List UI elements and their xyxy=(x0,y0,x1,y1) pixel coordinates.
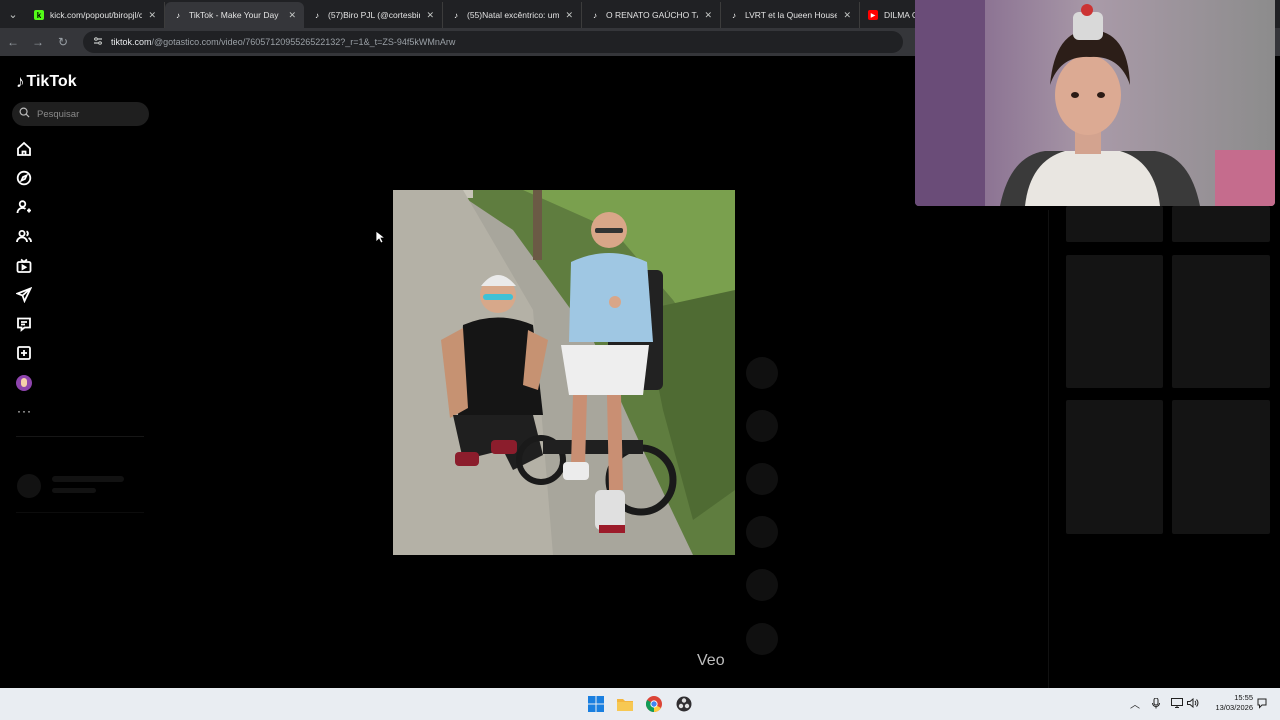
tab-close-icon[interactable]: ✕ xyxy=(704,10,712,21)
column-divider xyxy=(1048,210,1049,688)
mouse-cursor-icon xyxy=(375,230,385,244)
system-clock[interactable]: 15:55 13/03/2026 xyxy=(1205,693,1253,713)
windows-start-icon[interactable] xyxy=(587,695,605,713)
url-domain: tiktok.com xyxy=(111,37,152,47)
browser-tab[interactable]: ♪ O RENATO GAÚCHO TÁ C ✕ xyxy=(582,2,721,28)
site-info-icon[interactable] xyxy=(93,36,103,48)
notification-icon[interactable] xyxy=(1256,697,1268,709)
browser-tab-active[interactable]: ♪ TikTok - Make Your Day ✕ xyxy=(165,2,304,28)
tab-title: (57)Biro PJL (@cortesbiro) xyxy=(328,10,421,20)
tiktok-logo-icon: ♪ xyxy=(16,72,25,91)
loading-skeleton-line xyxy=(52,488,96,493)
back-arrow-icon[interactable]: ← xyxy=(1,30,25,54)
tiktok-icon: ♪ xyxy=(176,10,180,20)
tab-close-icon[interactable]: ✕ xyxy=(426,10,434,21)
action-button-skeleton[interactable] xyxy=(746,569,778,601)
explore-icon[interactable] xyxy=(15,169,33,187)
video-frame-photo xyxy=(393,190,735,555)
video-thumbnail-skeleton xyxy=(1066,206,1163,242)
sidebar-divider xyxy=(16,512,144,513)
video-thumbnail-skeleton xyxy=(1172,206,1270,242)
streamer-webcam-overlay xyxy=(915,0,1275,206)
home-icon[interactable] xyxy=(15,140,33,158)
tiktok-icon: ♪ xyxy=(454,10,458,20)
video-thumbnail-skeleton xyxy=(1172,400,1270,534)
search-icon xyxy=(19,105,30,123)
address-bar[interactable]: tiktok.com/@gotastico.com/video/76057120… xyxy=(83,31,903,53)
more-icon[interactable]: ··· xyxy=(17,404,32,418)
profile-avatar[interactable] xyxy=(16,375,32,391)
browser-tab[interactable]: ♪ (57)Biro PJL (@cortesbiro) ✕ xyxy=(304,2,443,28)
reload-icon[interactable]: ↻ xyxy=(51,30,75,54)
tiktok-icon: ♪ xyxy=(593,10,597,20)
tab-title: LVRT et la Queen House xyxy=(745,10,838,20)
loading-skeleton-line xyxy=(52,476,124,482)
obs-icon[interactable] xyxy=(675,695,693,713)
windows-taskbar: ︿ 15:55 13/03/2026 xyxy=(0,688,1280,720)
tiktok-icon: ♪ xyxy=(732,10,736,20)
browser-tab[interactable]: ♪ (55)Natal excêntrico: um ✕ xyxy=(443,2,582,28)
tiktok-sidebar: ♪ TikTok ··· xyxy=(0,56,160,688)
tray-overflow-chevron-icon[interactable]: ︿ xyxy=(1130,696,1140,711)
tab-close-icon[interactable]: ✕ xyxy=(288,10,296,21)
browser-tab[interactable]: k kick.com/popout/biropjl/c ✕ xyxy=(26,2,165,28)
tiktok-logo-text: TikTok xyxy=(26,73,77,90)
video-thumbnail-skeleton xyxy=(1172,255,1270,388)
tab-title: kick.com/popout/biropjl/c xyxy=(50,10,143,20)
like-button-skeleton[interactable] xyxy=(746,357,778,389)
browser-tab[interactable]: ♪ LVRT et la Queen House ✕ xyxy=(721,2,860,28)
bookmark-button-skeleton[interactable] xyxy=(746,463,778,495)
tab-title: O RENATO GAÚCHO TÁ C xyxy=(606,10,698,20)
video-player[interactable] xyxy=(393,190,735,555)
webcam-feed xyxy=(915,0,1275,206)
tiktok-logo[interactable]: ♪ TikTok xyxy=(16,72,77,92)
search-box[interactable] xyxy=(12,102,149,126)
clock-time: 15:55 xyxy=(1234,693,1253,702)
url-path: /@gotastico.com/video/760571209552652213… xyxy=(151,37,456,47)
action-button-skeleton[interactable] xyxy=(746,623,778,655)
sidebar-divider xyxy=(16,436,144,437)
tab-close-icon[interactable]: ✕ xyxy=(843,10,851,21)
tab-close-icon[interactable]: ✕ xyxy=(148,10,156,21)
video-thumbnail-skeleton xyxy=(1066,255,1163,388)
video-thumbnail-skeleton xyxy=(1066,400,1163,534)
tab-search-chevron-icon[interactable]: ⌄ xyxy=(0,0,26,28)
share-button-skeleton[interactable] xyxy=(746,516,778,548)
friends-icon[interactable] xyxy=(15,227,33,245)
loading-skeleton-avatar xyxy=(17,474,41,498)
tab-title: TikTok - Make Your Day xyxy=(189,10,279,20)
network-icon[interactable] xyxy=(1171,697,1183,709)
chrome-icon[interactable] xyxy=(645,695,663,713)
following-icon[interactable] xyxy=(15,198,33,216)
inbox-icon[interactable] xyxy=(15,315,33,333)
youtube-icon: ▶ xyxy=(868,10,878,20)
search-input[interactable] xyxy=(37,108,137,120)
live-icon[interactable] xyxy=(15,257,33,275)
comment-button-skeleton[interactable] xyxy=(746,410,778,442)
messages-icon[interactable] xyxy=(15,286,33,304)
veo-watermark: Veo xyxy=(697,652,725,669)
tab-close-icon[interactable]: ✕ xyxy=(565,10,573,21)
volume-icon[interactable] xyxy=(1187,697,1199,709)
clock-date: 13/03/2026 xyxy=(1215,703,1253,712)
upload-icon[interactable] xyxy=(15,344,33,362)
file-explorer-icon[interactable] xyxy=(616,695,634,713)
tiktok-icon: ♪ xyxy=(315,10,319,20)
kick-icon: k xyxy=(34,10,44,20)
forward-arrow-icon[interactable]: → xyxy=(26,30,50,54)
tab-title: (55)Natal excêntrico: um xyxy=(467,10,560,20)
microphone-icon[interactable] xyxy=(1150,697,1162,709)
